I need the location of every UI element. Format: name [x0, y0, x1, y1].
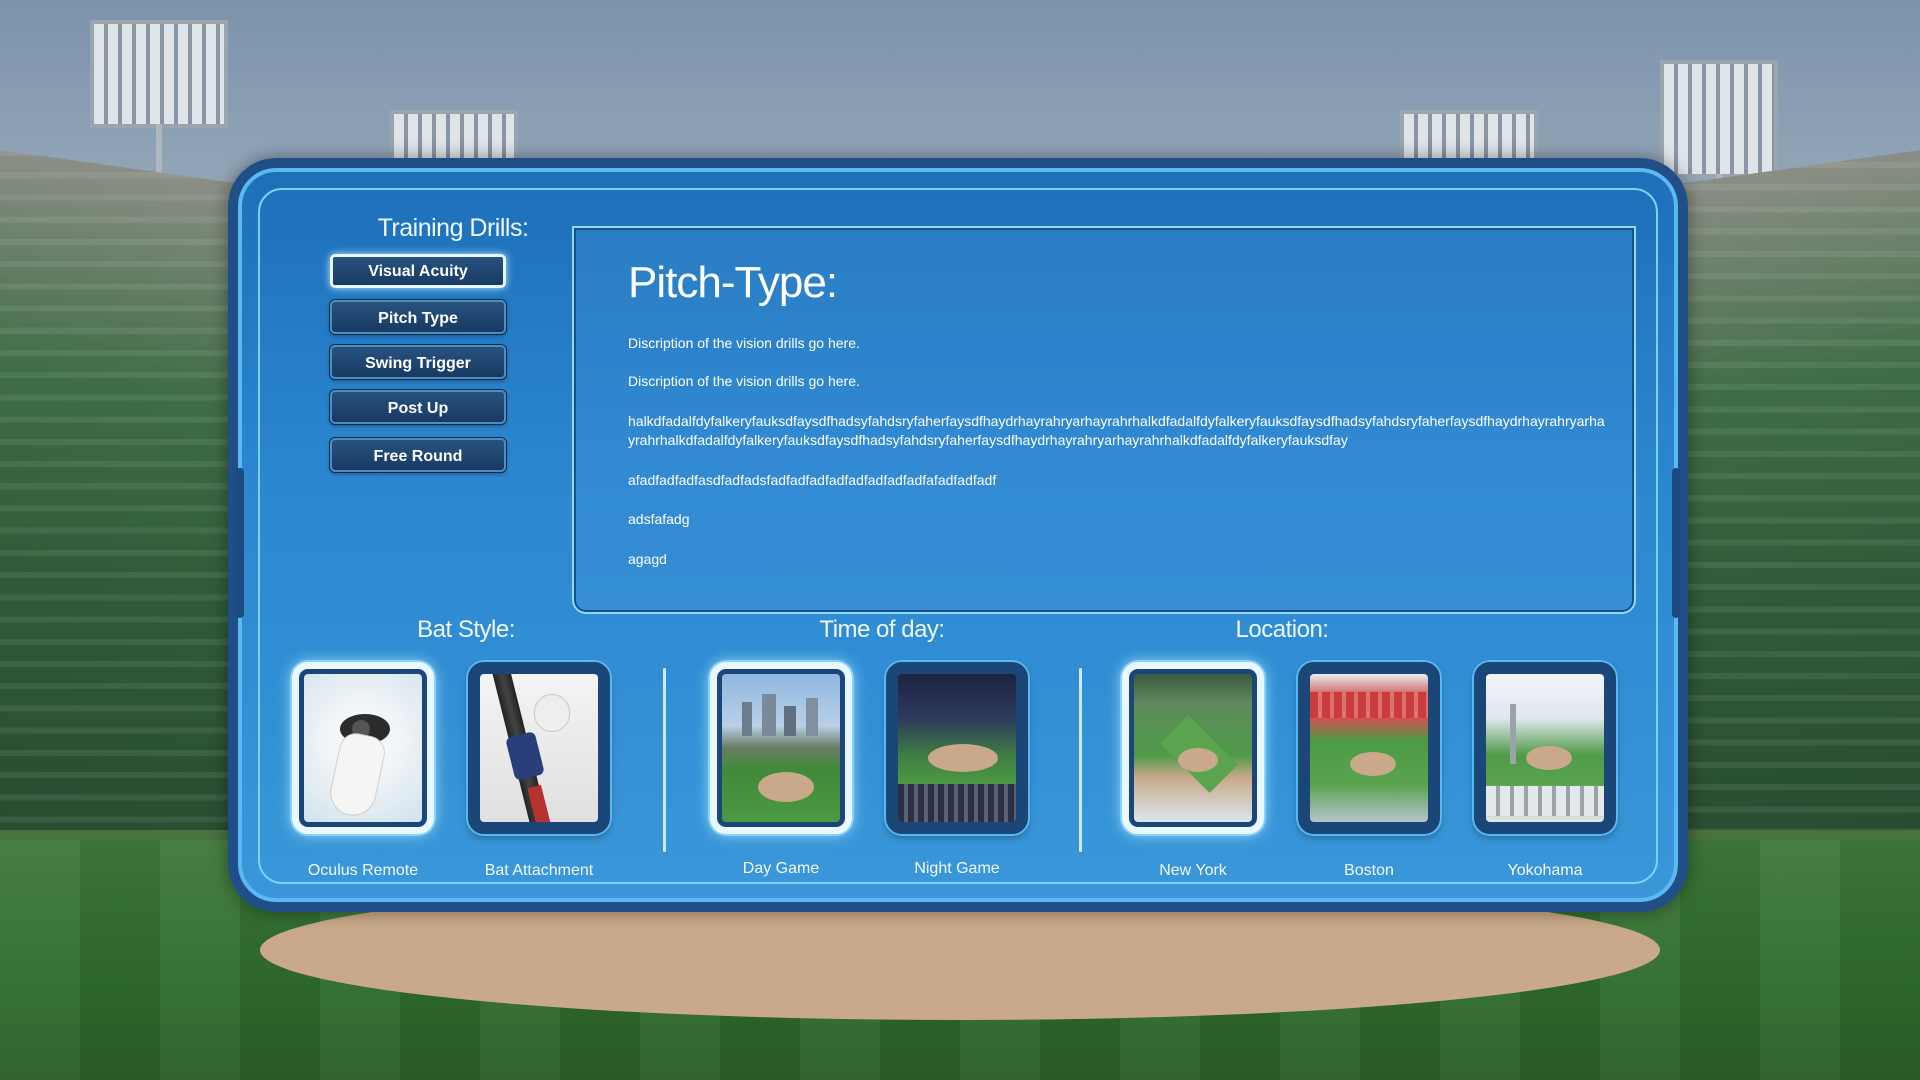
night-game-thumbnail: [898, 674, 1016, 822]
drill-button-visual-acuity[interactable]: Visual Acuity: [330, 254, 506, 288]
drill-button-pitch-type[interactable]: Pitch Type: [330, 300, 506, 334]
description-line-4: afadfadfadfasdfadfadsfadfadfadfadfadfadf…: [628, 472, 997, 488]
time-label-night-game: Night Game: [914, 860, 1000, 877]
time-of-day-title: Time of day:: [819, 616, 945, 643]
location-card-yokohama[interactable]: [1474, 662, 1616, 834]
location-label-yokohama: Yokohama: [1507, 862, 1583, 879]
bat-style-label-oculus-remote: Oculus Remote: [307, 862, 419, 879]
description-line-6: agagd: [628, 551, 667, 567]
oculus-controller-icon: [304, 674, 422, 822]
drill-button-swing-trigger[interactable]: Swing Trigger: [330, 345, 506, 379]
description-title: Pitch-Type:: [628, 258, 838, 307]
yokohama-stadium-thumbnail: [1486, 674, 1604, 822]
location-label-boston: Boston: [1344, 862, 1394, 879]
location-title: Location:: [1235, 616, 1329, 643]
bat-style-label-bat-attachment: Bat Attachment: [484, 862, 594, 879]
time-label-day-game: Day Game: [742, 860, 820, 877]
drill-button-free-round[interactable]: Free Round: [330, 438, 506, 472]
section-divider-1: [663, 668, 666, 852]
drill-button-post-up[interactable]: Post Up: [330, 390, 506, 424]
day-game-thumbnail: [722, 674, 840, 822]
location-card-boston[interactable]: [1298, 662, 1440, 834]
new-york-stadium-thumbnail: [1134, 674, 1252, 822]
bat-style-card-oculus-remote[interactable]: [292, 662, 434, 834]
location-card-new-york[interactable]: [1122, 662, 1264, 834]
stadium-light-right-1: [1660, 60, 1778, 178]
description-line-2: Discription of the vision drills go here…: [628, 373, 860, 389]
description-line-3: halkdfadalfdyfalkeryfauksdfaysdfhadsyfah…: [628, 413, 1605, 448]
drill-description-box: Pitch-Type: Discription of the vision dr…: [572, 226, 1636, 614]
time-card-night-game[interactable]: [886, 662, 1028, 834]
bat-style-card-bat-attachment[interactable]: [468, 662, 610, 834]
panel-notch-left: [236, 468, 244, 618]
description-line-1: Discription of the vision drills go here…: [628, 335, 860, 351]
location-label-new-york: New York: [1159, 862, 1227, 879]
section-divider-2: [1079, 668, 1082, 852]
stadium-light-left-1: [90, 20, 228, 128]
boston-stadium-thumbnail: [1310, 674, 1428, 822]
bat-attachment-icon: [480, 674, 598, 822]
main-menu-panel: Training Drills: Visual Acuity Pitch Typ…: [228, 158, 1688, 912]
panel-notch-right: [1672, 468, 1680, 618]
training-drills-title: Training Drills:: [377, 214, 529, 242]
time-card-day-game[interactable]: [710, 662, 852, 834]
description-line-5: adsfafadg: [628, 511, 690, 527]
bat-style-title: Bat Style:: [417, 616, 515, 643]
